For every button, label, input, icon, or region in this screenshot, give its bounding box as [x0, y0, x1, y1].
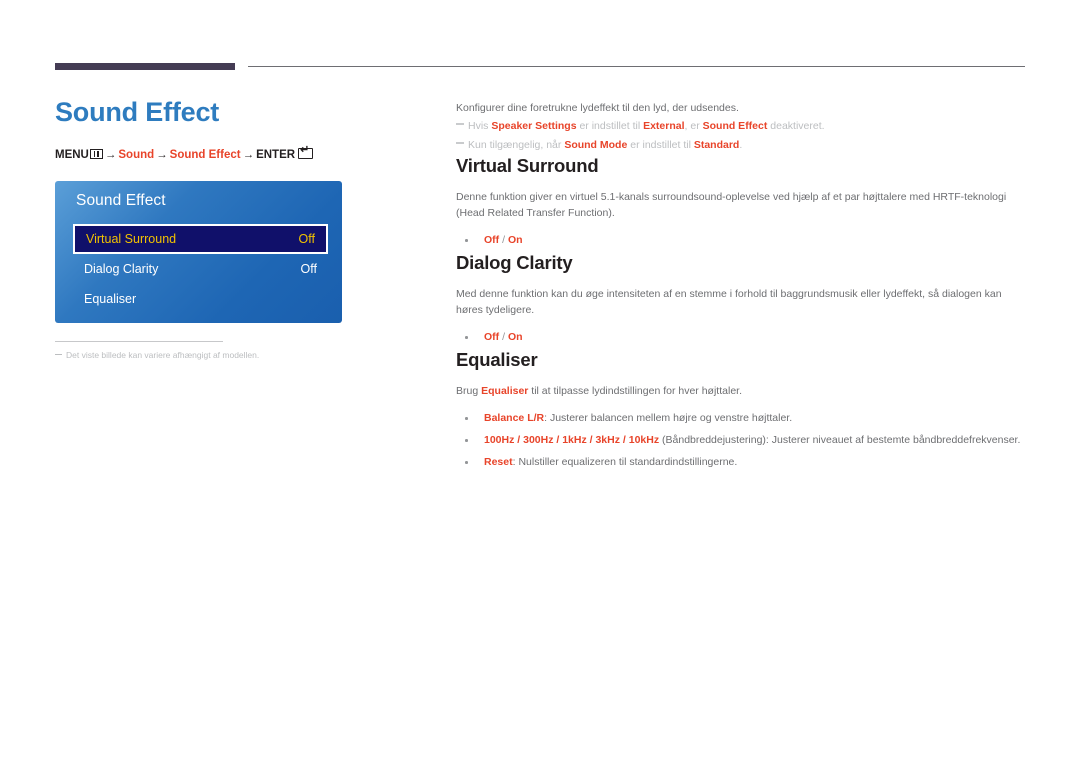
osd-row-virtual-surround[interactable]: Virtual Surround Off — [73, 224, 328, 254]
menu-path-step-sound-effect[interactable]: Sound Effect — [170, 149, 241, 161]
equaliser-body-bold: Equaliser — [481, 385, 529, 397]
note-text-2: er indstillet til — [627, 139, 694, 151]
note-bold-1: Speaker Settings — [491, 120, 577, 132]
osd-row-value: Off — [298, 232, 315, 246]
option-off: Off — [484, 331, 500, 343]
enter-return-icon — [298, 145, 314, 159]
section-body-equaliser: Brug Equaliser til at tilpasse lydindsti… — [456, 383, 1028, 399]
osd-row-value: Off — [300, 262, 317, 276]
footnote-dash-icon — [55, 354, 62, 355]
note-dash-icon — [456, 142, 464, 144]
osd-menu-panel: Sound Effect Virtual Surround Off Dialog… — [55, 181, 342, 323]
left-column: Sound Effect MENU → Sound → Sound Effect → ENT… — [55, 95, 435, 162]
osd-row-label: Virtual Surround — [86, 232, 177, 246]
footnote-label: Det viste billede kan variere afhængigt … — [66, 350, 260, 360]
note-text-1: Hvis — [468, 120, 492, 132]
osd-menu-list: Virtual Surround Off Dialog Clarity Off … — [73, 224, 328, 314]
options-list-equaliser: Balance L/R: Justerer balancen mellem hø… — [456, 407, 1028, 473]
note-bold-3: Sound Effect — [702, 120, 768, 132]
option-off: Off — [484, 234, 500, 246]
option-description: (Båndbreddejustering): Justerer niveauet… — [659, 434, 1021, 446]
footnote-text: Det viste billede kan variere afhængigt … — [55, 349, 385, 361]
menu-path-arrow-2: → — [156, 149, 168, 161]
menu-path-enter-label: ENTER — [256, 149, 296, 161]
option-on: On — [507, 331, 523, 343]
osd-row-dialog-clarity[interactable]: Dialog Clarity Off — [73, 254, 328, 284]
option-label: 100Hz / 300Hz / 1kHz / 3kHz / 10kHz — [484, 434, 660, 446]
note-text-4: deaktiveret. — [767, 120, 825, 132]
option-label: Balance L/R — [484, 412, 545, 424]
note-bold-2: External — [643, 120, 685, 132]
header-accent-bar — [55, 63, 235, 70]
section-title-equaliser: Equaliser — [456, 349, 538, 370]
note-dash-icon — [456, 123, 464, 125]
section-title-virtual-surround: Virtual Surround — [456, 155, 599, 176]
note-text-3: , er — [684, 120, 703, 132]
note-bold-1: Sound Mode — [564, 139, 628, 151]
menu-path-menu-label: MENU — [55, 149, 89, 161]
note-speaker-settings: Hvis Speaker Settings er indstillet til … — [456, 118, 1028, 135]
note-sound-mode: Kun tilgængelig, når Sound Mode er indst… — [456, 137, 1028, 154]
note-text-1: Kun tilgængelig, når — [468, 139, 565, 151]
option-item-off-on[interactable]: Off / On — [456, 229, 1028, 251]
menu-path-arrow-3: → — [242, 149, 255, 161]
option-item-reset[interactable]: Reset: Nulstiller equalizeren til standa… — [456, 451, 1028, 473]
note-text-3: . — [739, 139, 743, 151]
osd-row-equaliser[interactable]: Equaliser — [73, 284, 328, 314]
right-column: Konfigurer dine foretrukne lydeffekt til… — [456, 100, 1028, 473]
note-text-2: er indstillet til — [576, 120, 644, 132]
equaliser-body-post: til at tilpasse lydindstillingen for hve… — [528, 385, 742, 397]
menu-path-arrow-1: → — [104, 149, 117, 161]
option-description: : Justerer balancen mellem højre og vens… — [544, 412, 793, 424]
option-item-balance[interactable]: Balance L/R: Justerer balancen mellem hø… — [456, 407, 1028, 429]
section-body-virtual-surround: Denne funktion giver en virtuel 5.1-kana… — [456, 191, 1007, 219]
note-bold-2: Standard — [693, 139, 740, 151]
options-list-virtual-surround: Off / On — [456, 229, 1028, 251]
option-description: : Nulstiller equalizeren til standardind… — [512, 456, 738, 468]
section-title-dialog-clarity: Dialog Clarity — [456, 252, 573, 273]
option-item-off-on[interactable]: Off / On — [456, 326, 1028, 348]
option-separator: / — [499, 331, 508, 343]
options-list-dialog-clarity: Off / On — [456, 326, 1028, 348]
menu-path-breadcrumb: MENU → Sound → Sound Effect → ENTER — [55, 145, 435, 162]
section-body-dialog-clarity: Med denne funktion kan du øge intensitet… — [456, 288, 1002, 316]
osd-row-label: Equaliser — [84, 292, 137, 306]
option-on: On — [507, 234, 523, 246]
intro-paragraph: Konfigurer dine foretrukne lydeffekt til… — [456, 102, 739, 114]
osd-panel-title: Sound Effect — [76, 192, 166, 209]
option-separator: / — [499, 234, 508, 246]
menu-path-step-sound[interactable]: Sound — [118, 149, 154, 161]
header-divider-line — [248, 66, 1025, 67]
equaliser-body-pre: Brug — [456, 385, 482, 397]
option-label: Reset — [484, 456, 513, 468]
menu-bars-icon — [89, 149, 103, 159]
option-item-frequency-bands[interactable]: 100Hz / 300Hz / 1kHz / 3kHz / 10kHz (Bån… — [456, 429, 1028, 451]
page-header-rules — [0, 63, 1080, 75]
osd-row-label: Dialog Clarity — [84, 262, 159, 276]
footnote-divider — [55, 341, 223, 342]
page-title: Sound Effect — [55, 97, 220, 127]
